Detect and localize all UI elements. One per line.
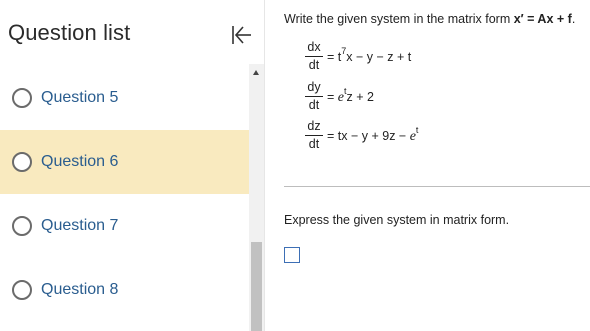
collapse-panel-button[interactable] xyxy=(229,22,255,48)
question-list-header: Question list xyxy=(0,0,264,64)
question-list-scrollbar[interactable] xyxy=(249,64,264,331)
question-item-7[interactable]: Question 7 xyxy=(0,194,249,258)
question-content: Write the given system in the matrix for… xyxy=(265,0,590,331)
derivative-numerator: dz xyxy=(307,119,321,133)
question-prompt: Write the given system in the matrix for… xyxy=(284,12,575,26)
fraction-bar xyxy=(305,56,323,57)
question-list-title: Question list xyxy=(8,20,131,45)
radio-icon xyxy=(12,88,32,108)
fraction-bar xyxy=(305,135,323,136)
question-item-6[interactable]: Question 6 xyxy=(0,130,249,194)
prompt-text: Write the given system in the matrix for… xyxy=(284,12,514,26)
equation-rhs: = tx − y + 9z − et xyxy=(327,125,419,145)
prompt-matrix-form: x′ = Ax + f xyxy=(513,12,572,26)
question-item-5[interactable]: Question 5 xyxy=(0,66,249,130)
app-root: Question list Question 5 Question 6 Ques… xyxy=(0,0,590,331)
question-list-panel: Question list Question 5 Question 6 Ques… xyxy=(0,0,264,331)
radio-icon xyxy=(12,280,32,300)
radio-icon xyxy=(12,152,32,172)
section-divider xyxy=(284,186,590,187)
fraction-bar xyxy=(305,96,323,97)
equation-rhs: = etz + 2 xyxy=(327,86,374,106)
question-label: Question 6 xyxy=(41,153,119,170)
radio-icon xyxy=(12,216,32,236)
derivative-denominator: dt xyxy=(308,137,320,151)
derivative-numerator: dy xyxy=(307,80,321,94)
scroll-thumb[interactable] xyxy=(251,242,262,331)
derivative-denominator: dt xyxy=(308,58,320,72)
derivative-fraction: dz dt xyxy=(304,119,324,152)
question-label: Question 5 xyxy=(41,89,119,106)
equation-rhs: = t7x − y − z + t xyxy=(327,46,412,65)
answer-input-box[interactable] xyxy=(284,247,300,263)
derivative-denominator: dt xyxy=(308,98,320,112)
derivative-fraction: dx dt xyxy=(304,40,324,73)
question-label: Question 7 xyxy=(41,217,119,234)
collapse-left-icon xyxy=(232,26,251,44)
question-item-8[interactable]: Question 8 xyxy=(0,258,249,322)
derivative-fraction: dy dt xyxy=(304,80,324,113)
prompt-period: . xyxy=(571,12,576,26)
scroll-up-arrow-icon[interactable] xyxy=(249,64,264,80)
question-label: Question 8 xyxy=(41,281,119,298)
instruction-text: Express the given system in matrix form. xyxy=(284,213,510,227)
derivative-numerator: dx xyxy=(307,40,321,54)
